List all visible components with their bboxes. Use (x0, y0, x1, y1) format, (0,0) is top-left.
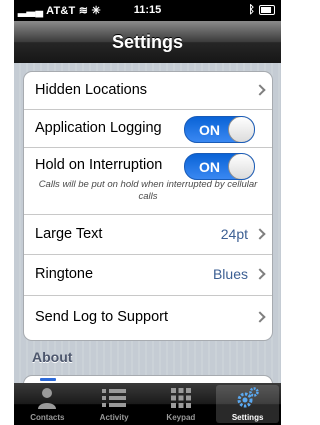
battery-icon (259, 5, 275, 15)
bluetooth-icon: ᛒ (248, 4, 255, 16)
send-log-label: Send Log to Support (35, 309, 169, 325)
hold-on-interruption-note: Calls will be put on hold when interrupt… (38, 179, 258, 202)
status-time: 11:15 (133, 4, 162, 16)
hidden-locations-label: Hidden Locations (35, 82, 148, 98)
tab-settings[interactable]: Settings (214, 383, 281, 425)
about-section-header: About (32, 349, 73, 365)
application-logging-toggle[interactable]: ON (184, 116, 255, 143)
tab-activity[interactable]: Activity (81, 383, 148, 425)
page-title: Settings (111, 32, 183, 52)
hidden-locations-row[interactable]: Hidden Locations (24, 72, 272, 110)
large-text-row[interactable]: Large Text 24pt (24, 215, 272, 255)
chevron-right-icon (254, 84, 266, 96)
phone-screen: ▂▃▄ AT&T ≋ ✳ 11:15 ᛒ Settings Hidden Loc… (14, 0, 281, 425)
hold-on-interruption-label: Hold on Interruption (35, 157, 163, 173)
application-logging-row: Application Logging ON (24, 110, 272, 148)
about-group (23, 375, 273, 383)
chevron-right-icon (254, 311, 266, 323)
toggle-on-label: ON (199, 159, 220, 175)
tab-keypad[interactable]: Keypad (148, 383, 215, 425)
gears-icon (237, 387, 259, 408)
toggle-on-label: ON (199, 122, 220, 138)
tab-bar: Contacts Activity Keypad Settings (14, 383, 281, 425)
ringtone-row[interactable]: Ringtone Blues (24, 255, 272, 296)
tab-label: Activity (99, 413, 129, 422)
about-app-icon (40, 378, 56, 381)
chevron-right-icon (254, 228, 266, 240)
person-icon (38, 388, 57, 409)
hold-on-interruption-row: Hold on Interruption ON Calls will be pu… (24, 148, 272, 215)
list-icon (102, 389, 127, 407)
navigation-bar: Settings (14, 21, 281, 64)
settings-content[interactable]: Hidden Locations Application Logging ON … (14, 63, 281, 383)
toggle-knob (228, 154, 254, 179)
tab-contacts[interactable]: Contacts (14, 383, 81, 425)
tab-label: Keypad (166, 413, 196, 422)
status-bar: ▂▃▄ AT&T ≋ ✳ 11:15 ᛒ (14, 0, 281, 21)
ringtone-label: Ringtone (35, 266, 94, 282)
large-text-value: 24pt (220, 226, 248, 242)
chevron-right-icon (254, 268, 266, 280)
toggle-knob (228, 117, 254, 142)
keypad-icon (170, 388, 191, 408)
send-log-row[interactable]: Send Log to Support (24, 296, 272, 339)
application-logging-label: Application Logging (35, 120, 162, 136)
ringtone-value: Blues (212, 266, 248, 282)
tab-label: Contacts (30, 413, 65, 422)
hold-on-interruption-toggle[interactable]: ON (184, 153, 255, 180)
large-text-label: Large Text (35, 226, 103, 242)
settings-group: Hidden Locations Application Logging ON … (23, 71, 273, 341)
tab-label: Settings (231, 413, 264, 422)
